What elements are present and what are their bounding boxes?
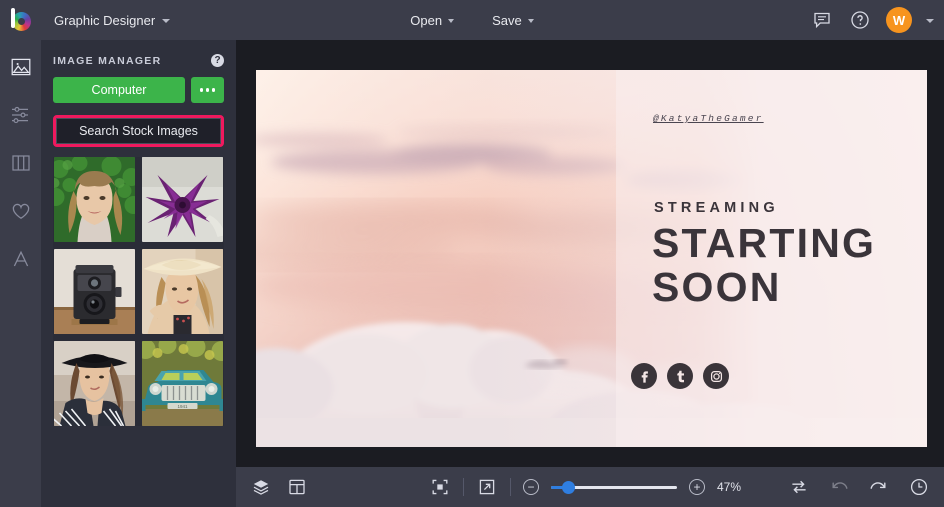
sidebar-item-text[interactable]	[6, 244, 36, 274]
toolbar-divider	[463, 478, 464, 496]
thumbnail-purple-flower[interactable]	[142, 157, 223, 242]
sidebar-item-collage[interactable]	[6, 148, 36, 178]
bottom-toolbar-left	[236, 476, 308, 498]
zoom-slider-handle[interactable]	[562, 481, 576, 494]
zoom-in-label: +	[693, 479, 701, 494]
user-avatar[interactable]: W	[886, 7, 912, 33]
instagram-icon[interactable]	[703, 363, 729, 389]
ellipsis-icon	[205, 88, 210, 92]
swap-arrows-icon[interactable]	[788, 476, 810, 498]
save-button[interactable]: Save	[481, 7, 545, 33]
fit-to-screen-icon[interactable]	[429, 476, 451, 498]
thumbnail-woman-straw-hat[interactable]	[142, 249, 223, 334]
thumbnail-woman-smiling-hedge[interactable]	[54, 157, 135, 242]
template-layout-icon[interactable]	[286, 476, 308, 498]
zoom-out-label: −	[527, 479, 535, 494]
top-toolbar: Graphic Designer Open Save W	[0, 0, 944, 40]
app-logo[interactable]	[0, 0, 40, 40]
document-title-menu[interactable]: Graphic Designer	[44, 7, 180, 33]
artboard-handle-text[interactable]: @KatyaTheGamer	[653, 113, 764, 124]
panel-title: IMAGE MANAGER	[53, 54, 162, 67]
bestudio-logo-icon	[9, 8, 31, 31]
tumblr-icon[interactable]	[667, 363, 693, 389]
expand-arrow-icon[interactable]	[476, 476, 498, 498]
bottom-toolbar-right	[788, 467, 930, 507]
more-sources-button[interactable]	[191, 77, 224, 103]
open-button[interactable]: Open	[399, 7, 465, 33]
image-manager-panel: IMAGE MANAGER ? Computer Search Stock Im…	[41, 40, 236, 507]
zoom-slider[interactable]	[551, 479, 677, 495]
tool-rail	[0, 40, 41, 507]
artboard-social-icons	[631, 363, 729, 389]
artboard-headline-line1[interactable]: STARTING	[652, 221, 876, 265]
svg-text:1941: 1941	[177, 404, 188, 409]
top-toolbar-right: W	[810, 0, 934, 40]
thumbnail-woman-black-hat[interactable]	[54, 341, 135, 426]
search-stock-images-button[interactable]: Search Stock Images	[56, 118, 221, 144]
ellipsis-icon	[199, 88, 204, 92]
chevron-down-icon[interactable]	[926, 19, 934, 23]
chat-bubble-icon[interactable]	[810, 8, 834, 32]
search-stock-highlight: Search Stock Images	[53, 115, 224, 147]
toolbar-divider	[510, 478, 511, 496]
help-circle-icon[interactable]	[848, 8, 872, 32]
chevron-down-icon	[162, 19, 171, 23]
open-button-label: Open	[410, 12, 443, 28]
artboard-eyebrow-text[interactable]: STREAMING	[654, 200, 779, 216]
zoom-in-button[interactable]: +	[689, 479, 705, 495]
stock-thumbnail-grid: 1941	[53, 157, 224, 426]
artboard[interactable]: @KatyaTheGamer STREAMING STARTING SOON	[256, 70, 927, 447]
undo-arrow-icon[interactable]	[828, 476, 850, 498]
sidebar-item-graphics[interactable]	[6, 196, 36, 226]
canvas-area[interactable]: @KatyaTheGamer STREAMING STARTING SOON	[236, 40, 944, 467]
upload-button-row: Computer	[47, 77, 230, 111]
app-root: Graphic Designer Open Save W IMAGE MANAG…	[0, 0, 944, 507]
sidebar-item-images[interactable]	[6, 52, 36, 82]
chevron-down-icon	[448, 19, 455, 23]
artboard-headline-line2[interactable]: SOON	[652, 265, 782, 309]
layers-icon[interactable]	[250, 476, 272, 498]
save-button-label: Save	[492, 12, 522, 28]
thumbnail-teal-vintage-truck[interactable]: 1941	[142, 341, 223, 426]
ellipsis-icon	[211, 88, 216, 92]
bottom-toolbar: − + 47%	[236, 467, 944, 507]
facebook-icon[interactable]	[631, 363, 657, 389]
sidebar-item-adjust[interactable]	[6, 100, 36, 130]
redo-arrow-icon[interactable]	[868, 476, 890, 498]
zoom-out-button[interactable]: −	[523, 479, 539, 495]
thumbnail-vintage-camera[interactable]	[54, 249, 135, 334]
computer-upload-button[interactable]: Computer	[53, 77, 185, 103]
chevron-down-icon	[527, 19, 534, 23]
panel-header: IMAGE MANAGER ?	[47, 48, 230, 77]
help-circle-icon[interactable]: ?	[211, 54, 224, 67]
zoom-level-label: 47%	[717, 480, 742, 494]
document-title-label: Graphic Designer	[54, 12, 156, 28]
history-clock-icon[interactable]	[908, 476, 930, 498]
